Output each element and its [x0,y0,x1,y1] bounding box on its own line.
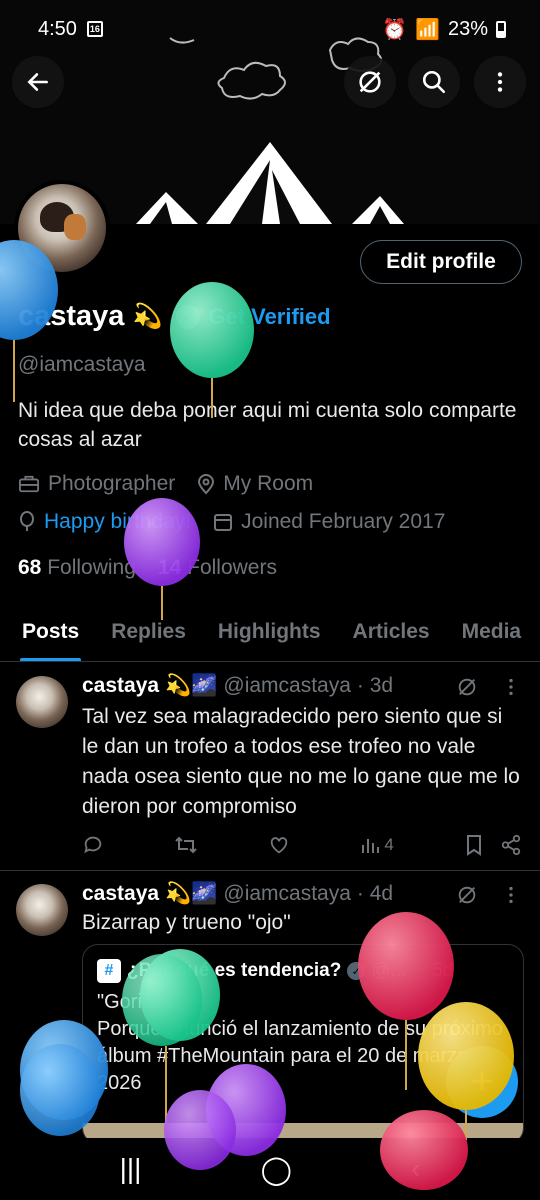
birthday-item[interactable]: Happy birthday! [18,510,191,534]
clock: 4:50 [38,17,77,40]
followers-link[interactable]: 14 Followers [158,556,277,580]
grok-button[interactable] [344,56,396,108]
display-name: castaya [18,300,125,332]
profession-item: Photographer [18,472,175,496]
edit-profile-button[interactable]: Edit profile [360,240,522,284]
back-nav-icon[interactable]: ‹ [411,1153,420,1185]
more-vertical-icon [497,72,503,92]
quote-header: # ¿Por qué es tendencia? ✓ @... · 5d [97,959,453,983]
joined-item: Joined February 2017 [213,510,445,534]
search-icon [422,70,446,94]
post-header: castaya 💫🌌 @iamcastaya · 4d [82,882,393,906]
tab-replies[interactable]: Replies [111,602,186,661]
quoted-post[interactable]: # ¿Por qué es tendencia? ✓ @... · 5d "Go… [82,944,524,1144]
post-actions: 4 [82,834,522,856]
get-verified-link[interactable]: Get Verified [208,304,330,330]
verified-badge-icon: ✓ [176,304,201,329]
battery-percent: 23% [447,17,488,40]
post-header-icons [456,884,522,906]
following-count: 68 [18,556,42,579]
compose-button[interactable]: + [446,1046,518,1118]
post-more-icon[interactable] [500,884,522,906]
grok-icon[interactable] [456,884,478,906]
bookmark-icon[interactable] [464,834,484,856]
birthday-text[interactable]: Happy birthday! [44,510,191,534]
views-button[interactable]: 4 [360,834,394,856]
battery-icon [496,20,506,38]
post-author-name[interactable]: castaya [82,674,159,698]
wifi-icon: 📶 [415,18,440,41]
share-icon[interactable] [500,834,522,856]
post-author-handle: @iamcastaya [223,882,351,905]
post-author-emoji: 💫🌌 [165,674,218,697]
arrow-left-icon [27,73,48,91]
post-header-icons [456,676,522,698]
post-avatar[interactable] [16,676,68,728]
reply-icon [84,836,102,854]
back-button[interactable] [12,56,64,108]
balloon-icon [20,511,34,531]
calendar-icon: 16 [86,21,103,37]
briefcase-icon [19,475,39,493]
calendar-icon [214,514,233,531]
save-share-group [464,834,522,856]
tab-articles[interactable]: Articles [353,602,430,661]
profile-handle: @iamcastaya [18,353,146,376]
location-pin-icon [198,474,215,495]
post-time: · 4d [356,882,394,905]
status-bar: 4:50 16 ⏰ 📶 23% [0,0,540,58]
following-label: Following [47,556,136,579]
home-icon[interactable]: ◯ [261,1153,292,1186]
post-author-handle: @iamcastaya [223,674,351,697]
post-time: · 3d [356,674,394,697]
post-text: Tal vez sea malagradecido pero siento qu… [82,705,520,818]
profession-text: Photographer [48,472,176,495]
more-button[interactable] [474,56,526,108]
profile-name-row: castaya 💫 ✓ Get Verified [18,300,331,333]
profile-bio: Ni idea que deba poner aqui mi cuenta so… [18,399,517,451]
views-count: 4 [384,835,394,854]
profile-meta-row-2: Happy birthday! Joined February 2017 [18,510,445,534]
post-author-emoji: 💫🌌 [165,882,218,905]
joined-text: Joined February 2017 [241,510,446,533]
grok-icon[interactable] [456,676,478,698]
views-chart-icon [362,839,380,853]
post-avatar[interactable] [16,884,68,936]
follow-stats: 68 Following 14 Followers [18,556,277,580]
post-text: Bizarrap y trueno "ojo" [82,911,291,934]
tab-highlights[interactable]: Highlights [218,602,321,661]
heart-icon [271,837,288,854]
followers-count: 14 [157,556,182,579]
slash-circle-icon [359,71,381,93]
profile-tabs: Posts Replies Highlights Articles Media [0,602,540,662]
system-nav-bar: ||| ◯ ‹ [0,1138,540,1200]
repost-button[interactable] [174,834,198,856]
post-author-name[interactable]: castaya [82,882,159,906]
following-link[interactable]: 68 Following [18,556,136,580]
alarm-icon: ⏰ [382,18,408,41]
post-more-icon[interactable] [500,676,522,698]
followers-label: Followers [187,556,277,579]
location-item: My Room [197,472,313,496]
quote-line-1: "Gorillaz" [97,991,179,1013]
name-emoji: 💫 [132,303,163,330]
recents-icon[interactable]: ||| [120,1153,142,1185]
location-text: My Room [223,472,314,495]
repost-icon [175,836,197,854]
quote-handle: @... [371,960,407,981]
profile-avatar[interactable] [14,180,110,276]
search-button[interactable] [408,56,460,108]
like-button[interactable] [268,834,290,856]
tab-posts[interactable]: Posts [19,602,82,661]
quote-verified-icon: ✓ [347,962,366,980]
hashtag-icon: # [97,959,121,983]
quote-title: ¿Por qué es tendencia? [127,960,342,981]
post-header: castaya 💫🌌 @iamcastaya · 3d [82,674,393,698]
profile-meta-row-1: Photographer My Room [18,472,313,496]
tab-media[interactable]: Media [462,602,522,661]
reply-button[interactable] [82,834,104,856]
post-divider [0,870,540,871]
quote-time: · 5d [420,960,454,981]
